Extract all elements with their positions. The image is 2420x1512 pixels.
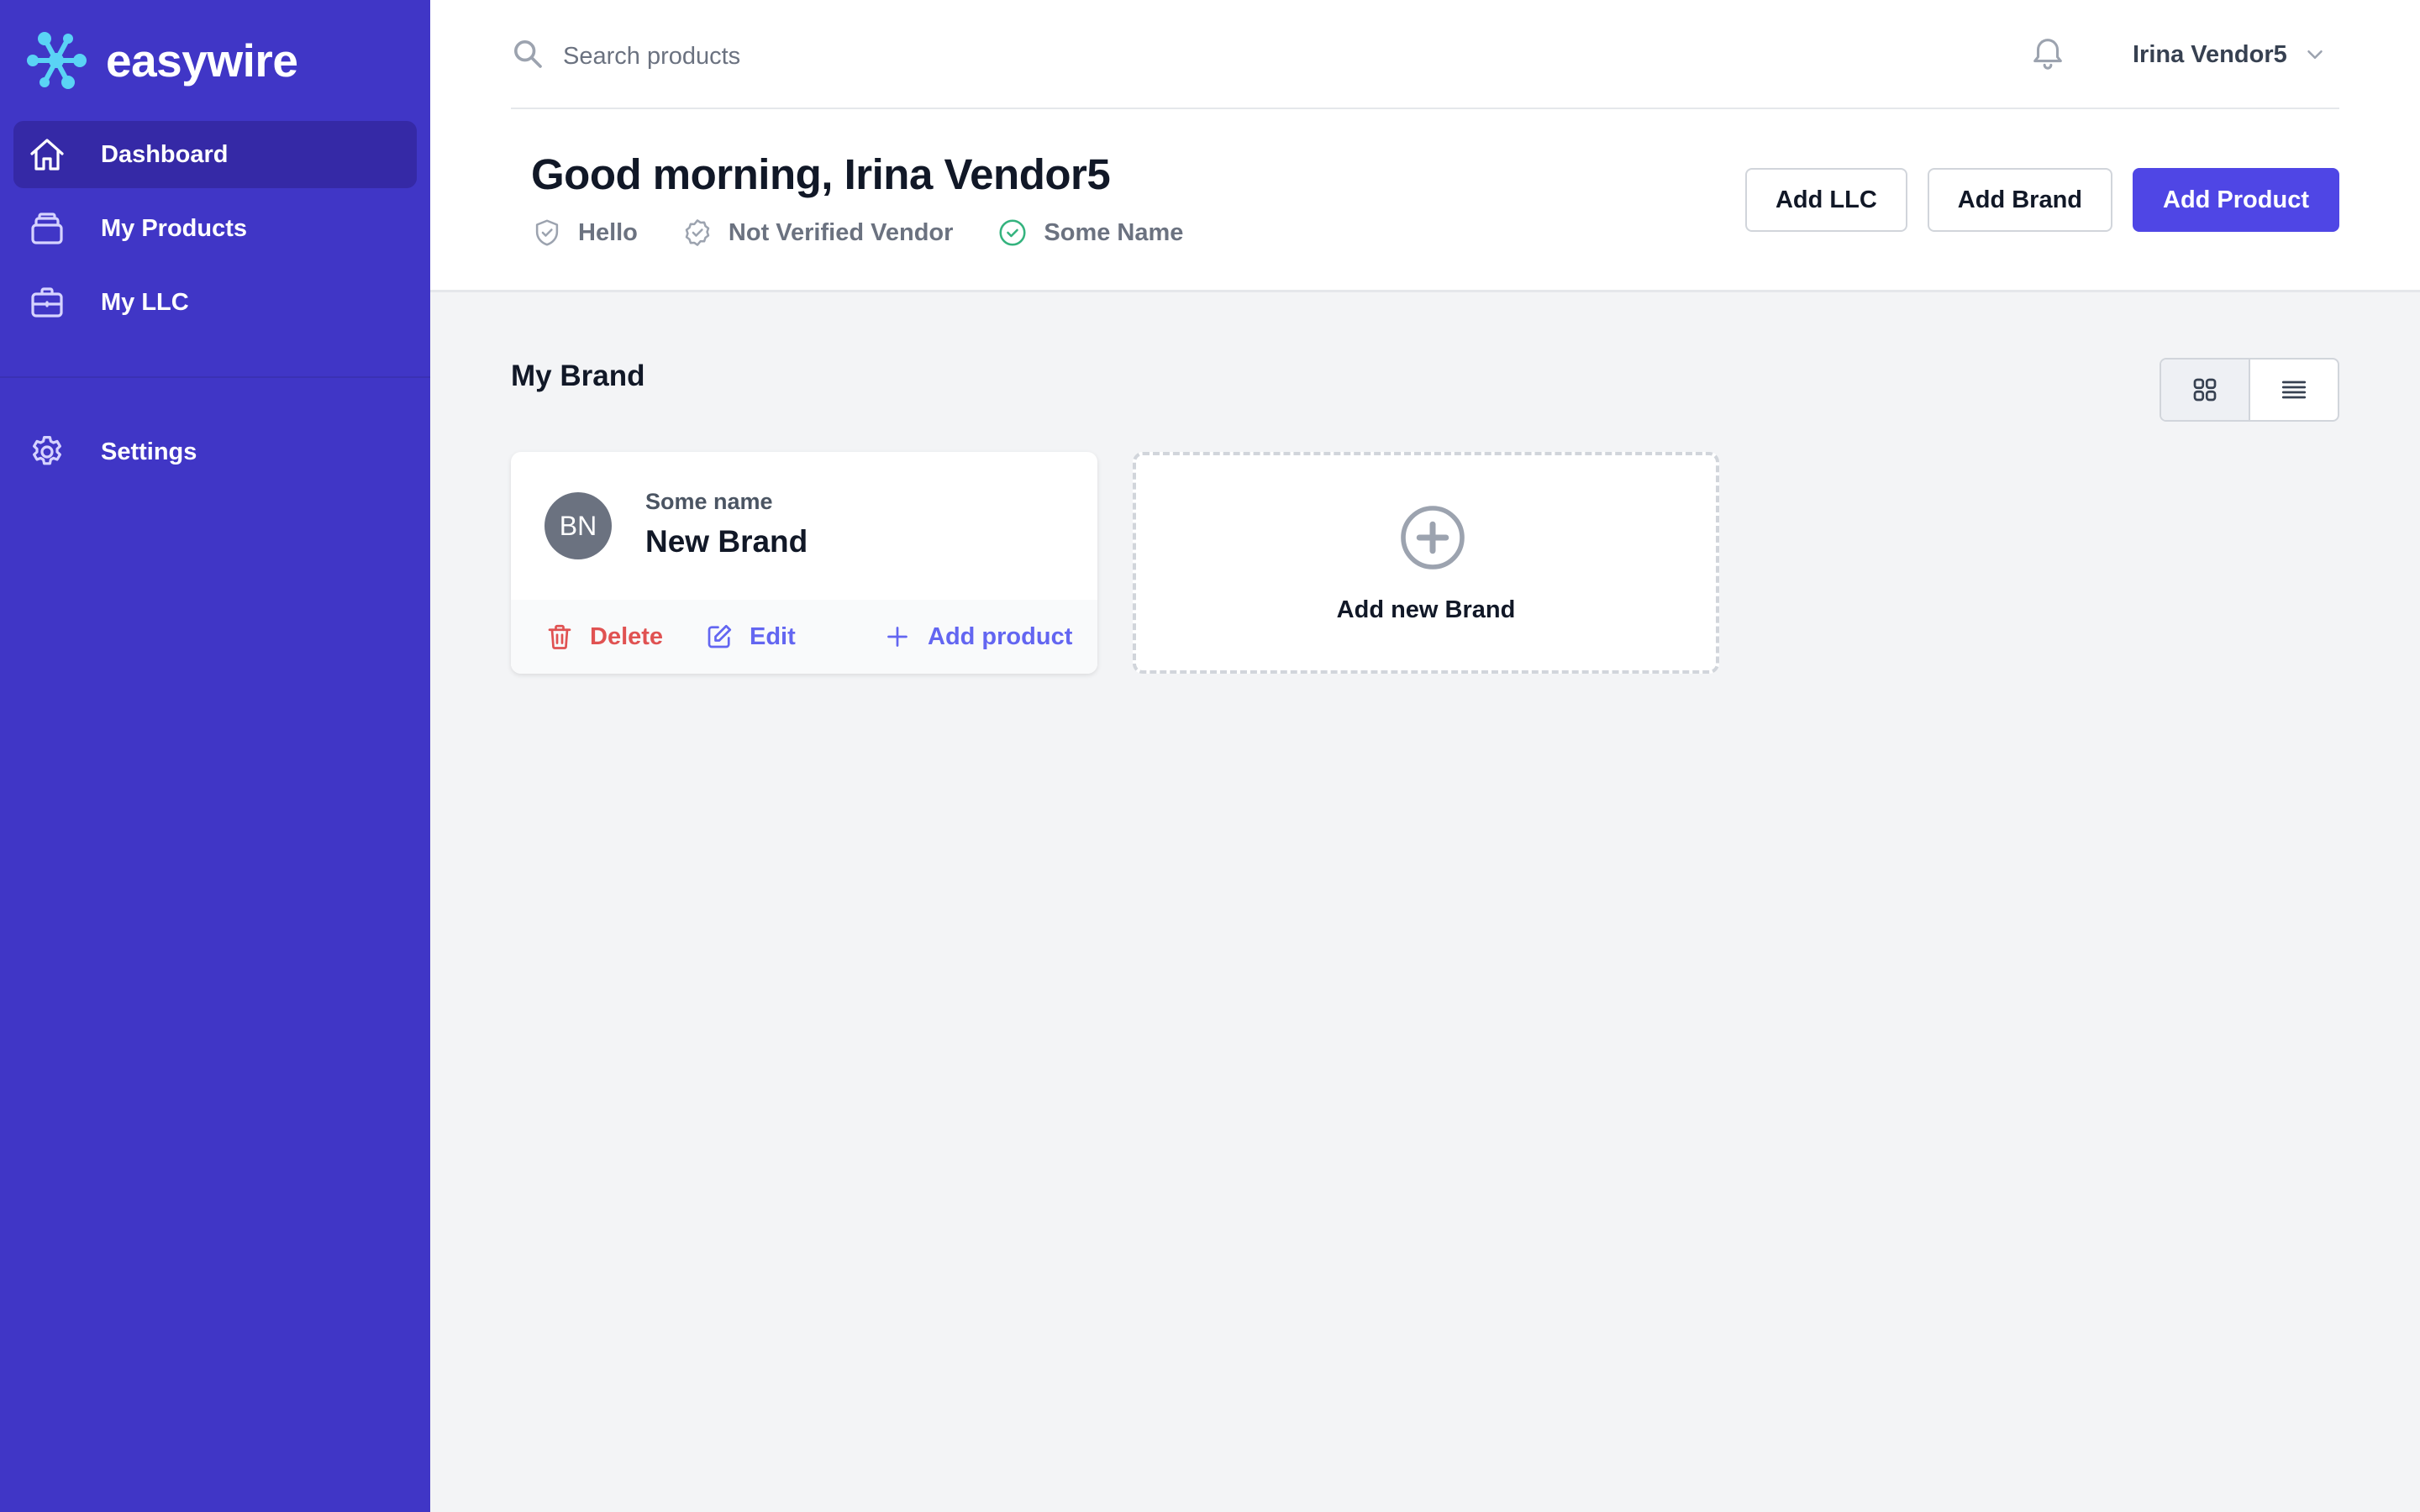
user-name: Irina Vendor5: [2133, 40, 2287, 68]
badge-label: Not Verified Vendor: [728, 218, 954, 246]
profile-badges: Hello Not Verified Vendor Some Name: [531, 217, 1227, 249]
sidebar-item-label: My Products: [101, 214, 248, 242]
sidebar-item-settings[interactable]: Settings: [13, 418, 417, 486]
badge-label: Some Name: [1044, 218, 1184, 246]
sidebar-item-dashboard[interactable]: Dashboard: [13, 121, 417, 188]
edit-brand-button[interactable]: Edit: [704, 600, 796, 674]
grid-icon: [2193, 378, 2217, 402]
logo-text: easywire: [106, 34, 298, 87]
search-icon: [514, 40, 542, 68]
search-bar: Irina Vendor5: [511, 0, 2339, 109]
search-input[interactable]: [561, 34, 1405, 79]
grid-view-button[interactable]: [2161, 360, 2250, 420]
brand-card-actions: Delete Edit Add product: [511, 600, 1097, 674]
add-new-brand-card[interactable]: Add new Brand: [1133, 452, 1719, 674]
edit-label: Edit: [750, 622, 796, 650]
edit-icon: [708, 624, 732, 648]
sidebar: easywire Dashboard My Products My LLC Se…: [0, 0, 430, 1512]
sidebar-item-my-products[interactable]: My Products: [13, 195, 417, 262]
stack-icon: [31, 213, 63, 244]
add-product-button[interactable]: Add Product: [2133, 168, 2339, 232]
add-brand-button[interactable]: Add Brand: [1927, 168, 2112, 232]
delete-brand-button[interactable]: Delete: [544, 600, 663, 674]
page-header: Irina Vendor5 Good morning, Irina Vendor…: [430, 0, 2420, 292]
plus-circle-icon: [1401, 506, 1465, 570]
gear-icon: [33, 436, 61, 465]
list-icon: [2281, 381, 2307, 399]
sidebar-item-label: Settings: [101, 438, 197, 465]
section-title: My Brand: [511, 360, 645, 392]
sidebar-divider: [0, 376, 430, 378]
badge-label: Hello: [578, 218, 638, 246]
add-product-to-brand-button[interactable]: Add product: [882, 600, 1072, 674]
chevron-down-icon: [2307, 50, 2323, 59]
plus-icon: [887, 627, 908, 647]
sidebar-nav: Dashboard My Products My LLC: [13, 121, 417, 343]
sidebar-secondary-nav: Settings: [13, 418, 417, 492]
app-logo[interactable]: easywire: [25, 30, 298, 91]
badge-check-icon: [685, 219, 710, 246]
brand-card: BN Some name New Brand Delete Edit Add p…: [511, 452, 1097, 674]
add-product-label: Add product: [928, 622, 1073, 650]
add-llc-button[interactable]: Add LLC: [1744, 168, 1907, 232]
view-toggle: [2160, 358, 2339, 422]
user-menu[interactable]: Irina Vendor5: [2133, 34, 2328, 76]
brand-name: New Brand: [645, 524, 808, 559]
badge-some-name: Some Name: [997, 217, 1183, 249]
page-title: Good morning, Irina Vendor5: [531, 150, 1111, 198]
header-actions: Add LLC Add Brand Add Product: [1725, 168, 2339, 232]
bell-icon[interactable]: [2028, 34, 2067, 72]
brand-subtitle: Some name: [645, 489, 773, 514]
check-circle-icon: [999, 219, 1026, 246]
home-icon: [30, 139, 64, 171]
badge-hello: Hello: [531, 217, 638, 249]
trash-icon: [548, 624, 571, 649]
delete-label: Delete: [590, 622, 664, 650]
sidebar-item-label: Dashboard: [101, 140, 229, 168]
add-new-brand-label: Add new Brand: [1336, 596, 1516, 623]
logo-mark-icon: [27, 32, 87, 89]
shield-check-icon: [535, 219, 559, 246]
list-view-button[interactable]: [2250, 360, 2338, 420]
sidebar-item-label: My LLC: [101, 288, 189, 316]
avatar: BN: [544, 492, 612, 559]
briefcase-icon: [31, 287, 63, 318]
sidebar-item-my-llc[interactable]: My LLC: [13, 269, 417, 336]
badge-verification: Not Verified Vendor: [681, 217, 954, 249]
